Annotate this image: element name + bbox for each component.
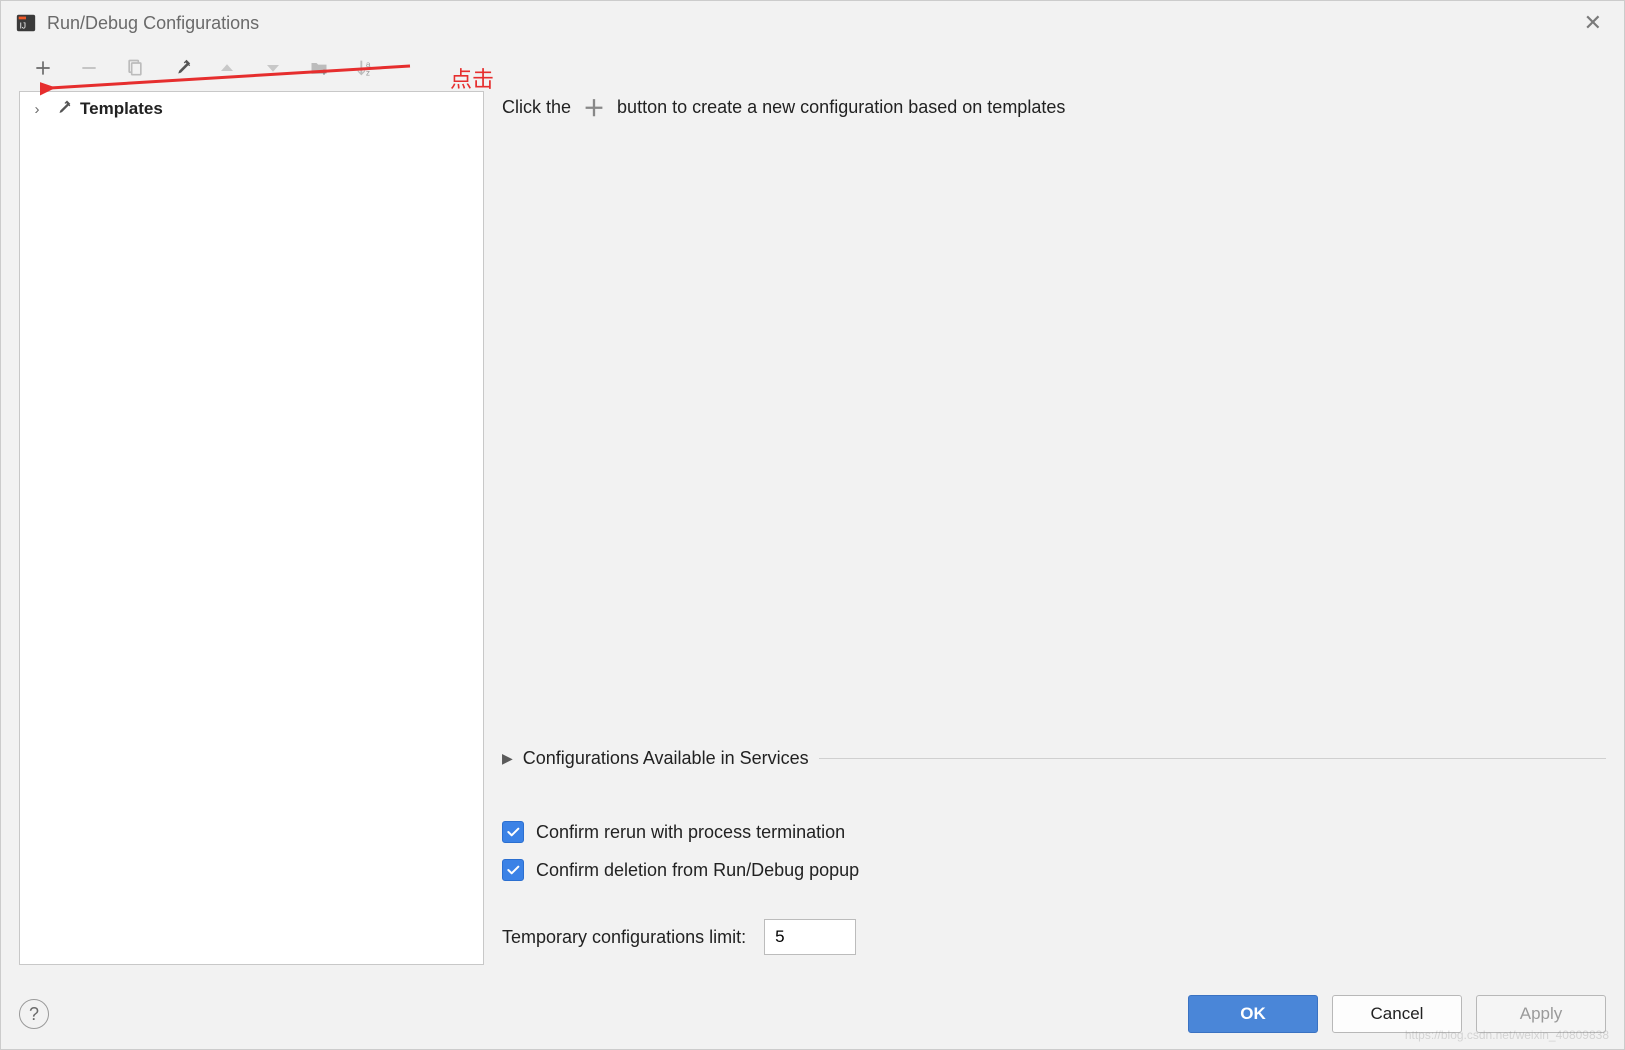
empty-hint: Click the ＋ button to create a new confi… (502, 91, 1606, 123)
plus-icon: ＋ (579, 91, 609, 123)
config-toolbar: az (19, 45, 484, 91)
titlebar: IJ Run/Debug Configurations ✕ (1, 1, 1624, 45)
confirm-rerun-checkbox[interactable] (502, 821, 524, 843)
chevron-right-icon: › (30, 101, 44, 118)
section-divider (819, 758, 1606, 759)
sort-button[interactable]: az (353, 56, 377, 80)
close-icon[interactable]: ✕ (1576, 6, 1610, 40)
dialog-button-bar: ? OK Cancel Apply (1, 979, 1624, 1049)
temp-limit-label: Temporary configurations limit: (502, 927, 746, 948)
add-button[interactable] (31, 56, 55, 80)
services-section-header[interactable]: ▶ Configurations Available in Services (502, 748, 1606, 769)
edit-defaults-button[interactable] (169, 56, 193, 80)
tree-item-label: Templates (80, 99, 163, 119)
config-tree[interactable]: › Templates (19, 91, 484, 965)
ok-button[interactable]: OK (1188, 995, 1318, 1033)
confirm-delete-label: Confirm deletion from Run/Debug popup (536, 860, 859, 881)
copy-button[interactable] (123, 56, 147, 80)
left-pane: az › Templates (19, 45, 484, 965)
svg-text:IJ: IJ (20, 22, 26, 31)
help-button[interactable]: ? (19, 999, 49, 1029)
confirm-delete-checkbox[interactable] (502, 859, 524, 881)
wrench-icon (52, 98, 72, 121)
tree-item-templates[interactable]: › Templates (20, 92, 483, 126)
dialog-title: Run/Debug Configurations (47, 13, 259, 34)
move-down-button[interactable] (261, 56, 285, 80)
remove-button[interactable] (77, 56, 101, 80)
right-pane: Click the ＋ button to create a new confi… (484, 45, 1606, 965)
confirm-rerun-label: Confirm rerun with process termination (536, 822, 845, 843)
confirm-rerun-row: Confirm rerun with process termination (502, 821, 1606, 843)
app-icon: IJ (15, 12, 37, 34)
apply-button[interactable]: Apply (1476, 995, 1606, 1033)
hint-text-after: button to create a new configuration bas… (617, 97, 1065, 118)
new-folder-button[interactable] (307, 56, 331, 80)
cancel-button[interactable]: Cancel (1332, 995, 1462, 1033)
move-up-button[interactable] (215, 56, 239, 80)
temp-limit-input[interactable] (764, 919, 856, 955)
hint-text-before: Click the (502, 97, 571, 118)
section-label: Configurations Available in Services (523, 748, 809, 769)
triangle-right-icon: ▶ (502, 750, 513, 767)
temp-limit-row: Temporary configurations limit: (502, 919, 1606, 955)
dialog-content: az › Templates Click the ＋ button to cre… (1, 45, 1624, 979)
confirm-delete-row: Confirm deletion from Run/Debug popup (502, 859, 1606, 881)
run-debug-config-dialog: IJ Run/Debug Configurations ✕ (0, 0, 1625, 1050)
svg-text:z: z (366, 68, 370, 77)
